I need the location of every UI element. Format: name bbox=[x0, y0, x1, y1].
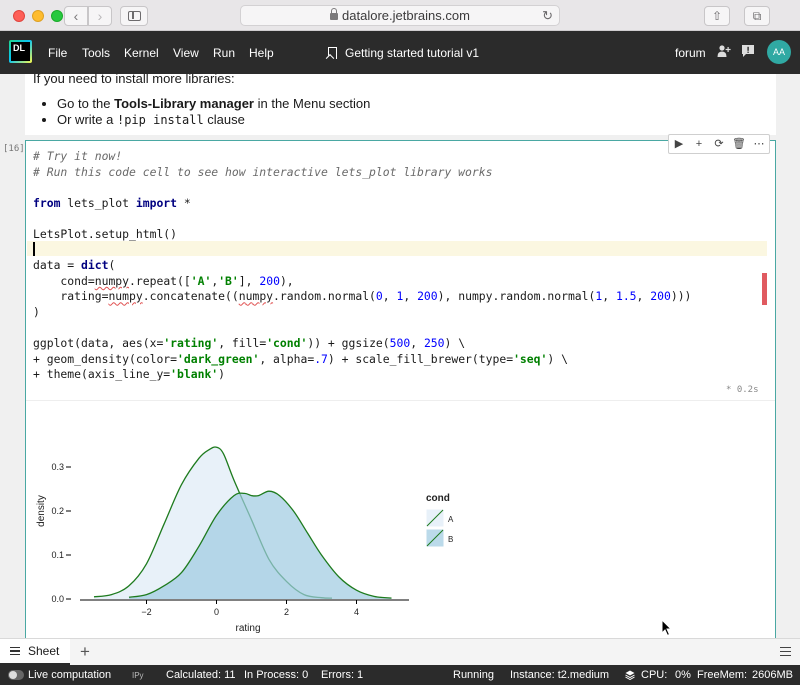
lock-icon bbox=[330, 8, 339, 20]
markdown-list: Go to the Tools-Library manager in the M… bbox=[57, 96, 370, 128]
sidebar-toggle-button[interactable] bbox=[120, 6, 148, 26]
list-item: Go to the Tools-Library manager in the M… bbox=[57, 96, 370, 111]
url-text: datalore.jetbrains.com bbox=[342, 8, 470, 23]
y-tick-label: 0.0 bbox=[51, 594, 64, 604]
menu-view[interactable]: View bbox=[173, 46, 199, 60]
y-tick-label: 0.2 bbox=[51, 506, 64, 516]
x-tick-label: 2 bbox=[284, 607, 289, 617]
x-axis-label: rating bbox=[235, 623, 260, 634]
error-marker[interactable] bbox=[762, 273, 767, 305]
markdown-cell[interactable]: If you need to install more libraries: G… bbox=[25, 74, 776, 135]
code-cell[interactable]: ▶ + ⟳ 🗑 ⋯ # Try it now! # Run this code … bbox=[25, 134, 776, 638]
list-item: Or write a !pip install clause bbox=[57, 112, 370, 127]
menu-help[interactable]: Help bbox=[249, 46, 274, 60]
menu-run[interactable]: Run bbox=[213, 46, 235, 60]
legend-label-b: B bbox=[448, 535, 453, 544]
layers-icon bbox=[625, 670, 635, 680]
live-computation-toggle[interactable] bbox=[8, 670, 24, 680]
density-plot[interactable]: −2 0 2 4 0.0 0.1 0.2 0.3 rating density cond A B bbox=[26, 403, 775, 638]
restart-icon: ⟳ bbox=[714, 138, 724, 150]
back-button[interactable]: ‹ bbox=[64, 6, 88, 26]
add-user-icon[interactable] bbox=[717, 44, 731, 58]
zoom-window-button[interactable] bbox=[51, 10, 63, 22]
legend-title: cond bbox=[426, 493, 450, 504]
kernel-label: IPy bbox=[132, 671, 144, 680]
tabs-icon: ⧉ bbox=[752, 9, 762, 23]
minimize-window-button[interactable] bbox=[32, 10, 44, 22]
share-icon: ⇧ bbox=[711, 9, 723, 23]
kernel-state: Running bbox=[453, 669, 494, 681]
datalore-logo[interactable]: DL bbox=[9, 40, 32, 63]
restart-cell-button[interactable]: ⟳ bbox=[709, 135, 729, 153]
sheet-tabs-bar: Sheet + bbox=[0, 638, 800, 665]
trash-icon: 🗑 bbox=[732, 138, 746, 150]
instance-type[interactable]: Instance: t2.medium bbox=[510, 669, 609, 681]
execution-timing: * 0.2s bbox=[726, 385, 759, 395]
cpu-value: 0% bbox=[675, 669, 691, 681]
x-tick-label: 0 bbox=[214, 607, 219, 617]
freemem-label: FreeMem: bbox=[697, 669, 748, 681]
add-sheet-button[interactable]: + bbox=[80, 642, 90, 662]
output-divider bbox=[26, 400, 775, 401]
sidebar-icon bbox=[128, 11, 141, 21]
reload-icon[interactable]: ↻ bbox=[542, 6, 553, 25]
y-axis-label: density bbox=[36, 495, 47, 527]
y-tick-label: 0.1 bbox=[51, 550, 64, 560]
mouse-cursor-icon bbox=[661, 619, 673, 637]
more-icon: ⋯ bbox=[753, 138, 765, 150]
avatar[interactable]: AA bbox=[767, 40, 791, 64]
cpu-label: CPU: bbox=[641, 669, 668, 681]
menu-kernel[interactable]: Kernel bbox=[124, 46, 159, 60]
chevron-left-icon: ‹ bbox=[73, 8, 79, 24]
menu-file[interactable]: File bbox=[48, 46, 67, 60]
errors-count[interactable]: Errors: 1 bbox=[321, 669, 363, 681]
sheets-list-icon[interactable] bbox=[780, 647, 791, 656]
notebook-area: If you need to install more libraries: G… bbox=[0, 74, 800, 638]
x-tick-label: 4 bbox=[354, 607, 359, 617]
sheet-tab[interactable]: Sheet bbox=[0, 639, 70, 665]
app-menubar: DL File Tools Kernel View Run Help Getti… bbox=[0, 31, 800, 74]
sheet-tab-label: Sheet bbox=[28, 644, 60, 658]
status-bar: Live computation IPy Calculated: 11 In P… bbox=[0, 665, 800, 685]
show-tabs-button[interactable]: ⧉ bbox=[744, 6, 770, 26]
chevron-right-icon: › bbox=[97, 8, 103, 24]
execution-count: [16] bbox=[3, 144, 25, 154]
delete-cell-button[interactable]: 🗑 bbox=[729, 135, 749, 153]
forward-button[interactable]: › bbox=[88, 6, 112, 26]
bookmark-icon bbox=[328, 47, 337, 59]
sheet-menu-icon[interactable] bbox=[10, 647, 20, 655]
add-cell-button[interactable]: + bbox=[689, 135, 709, 153]
in-process-count: In Process: 0 bbox=[244, 669, 309, 681]
close-window-button[interactable] bbox=[13, 10, 25, 22]
freemem-value: 2606MB bbox=[752, 669, 793, 681]
more-options-button[interactable]: ⋯ bbox=[749, 135, 769, 153]
forum-link[interactable]: forum bbox=[675, 46, 706, 60]
browser-toolbar: ‹ › datalore.jetbrains.com ↻ ⇧ ⧉ bbox=[0, 0, 800, 31]
feedback-icon[interactable] bbox=[741, 44, 755, 58]
calculated-count: Calculated: 11 bbox=[166, 669, 236, 681]
code-editor[interactable]: # Try it now! # Run this code cell to se… bbox=[33, 149, 691, 383]
markdown-intro: If you need to install more libraries: bbox=[33, 74, 235, 86]
address-bar[interactable]: datalore.jetbrains.com ↻ bbox=[240, 5, 560, 26]
notebook-title[interactable]: Getting started tutorial v1 bbox=[328, 45, 479, 60]
legend-label-a: A bbox=[448, 515, 454, 524]
x-tick-label: −2 bbox=[141, 607, 151, 617]
share-button[interactable]: ⇧ bbox=[704, 6, 730, 26]
y-tick-label: 0.3 bbox=[51, 462, 64, 472]
plus-icon: + bbox=[695, 138, 703, 150]
menu-tools[interactable]: Tools bbox=[82, 46, 110, 60]
live-computation-label: Live computation bbox=[28, 669, 112, 681]
